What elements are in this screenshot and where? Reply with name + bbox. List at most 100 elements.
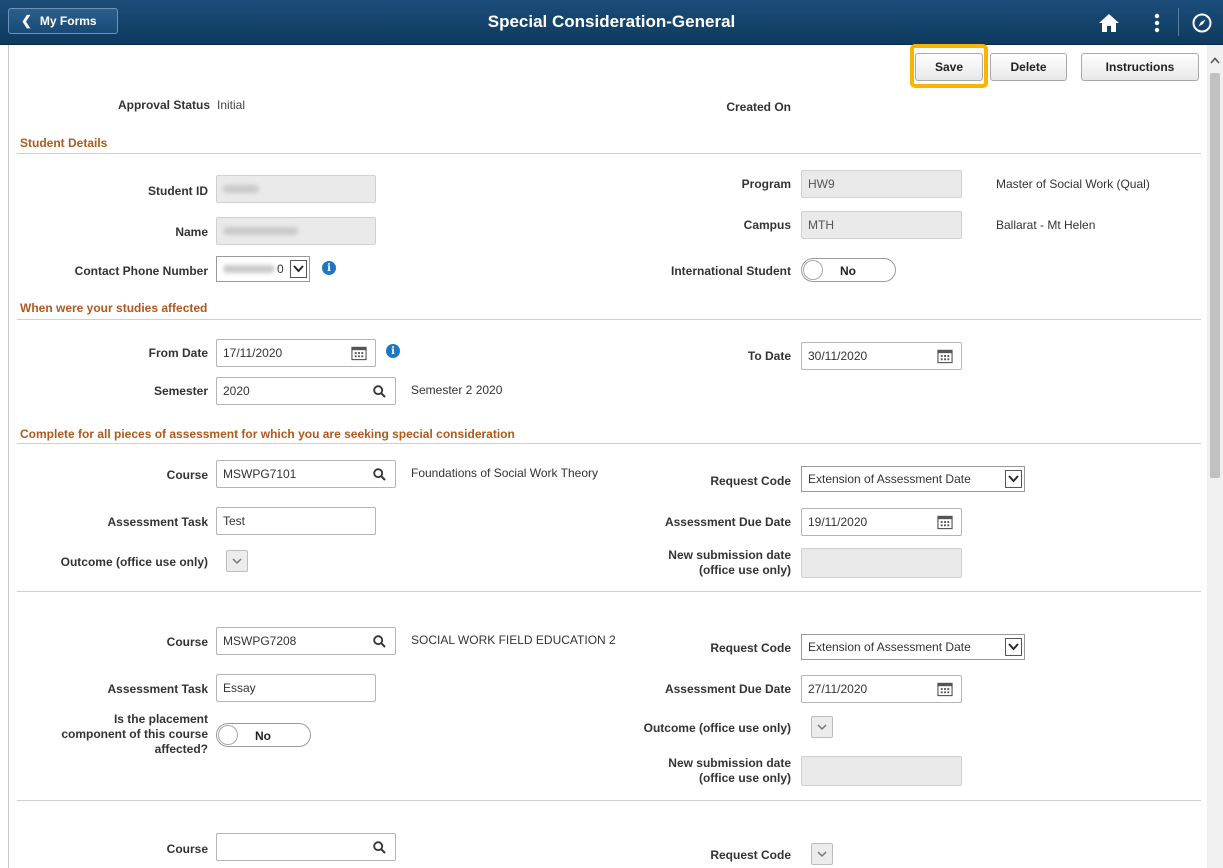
semester-label: Semester (153, 384, 208, 398)
toggle-knob (803, 260, 823, 280)
course-description: Foundations of Social Work Theory (411, 466, 598, 480)
calendar-icon[interactable] (937, 514, 953, 530)
from-date-value: 17/11/2020 (223, 346, 283, 360)
name-label: Name (175, 225, 208, 239)
assessment-due-date-field[interactable]: 19/11/2020 (801, 508, 962, 536)
assessment-task-field[interactable]: Essay (216, 674, 376, 702)
outcome-select (226, 550, 248, 572)
phone-info-icon[interactable]: i (322, 261, 336, 275)
search-icon[interactable] (371, 839, 387, 855)
new-submission-date-field (801, 548, 962, 578)
studies-affected-heading: When were your studies affected (20, 301, 208, 315)
back-button-label: My Forms (39, 14, 97, 28)
vertical-scrollbar[interactable] (1207, 45, 1223, 868)
campus-field: MTH (801, 211, 962, 239)
international-student-toggle[interactable]: No (801, 258, 896, 282)
to-date-field[interactable]: 30/11/2020 (801, 342, 962, 370)
course-field[interactable]: MSWPG7208 (216, 627, 396, 655)
navbar-compass-icon[interactable] (1188, 9, 1216, 37)
header-separator (1178, 8, 1179, 36)
assessment-due-date-field[interactable]: 27/11/2020 (801, 675, 962, 703)
request-code-label: Request Code (710, 848, 791, 862)
save-button[interactable]: Save (915, 53, 983, 81)
divider (17, 443, 1201, 444)
chevron-down-icon (232, 557, 242, 564)
placement-affected-toggle[interactable]: No (216, 723, 311, 747)
semester-field[interactable]: 2020 (216, 377, 396, 405)
outcome-select (811, 716, 833, 738)
program-field: HW9 (801, 170, 962, 198)
scrollbar-thumb[interactable] (1210, 73, 1220, 478)
chevron-down-icon (817, 723, 827, 730)
search-icon[interactable] (371, 633, 387, 649)
course-field[interactable] (216, 833, 396, 861)
calendar-icon[interactable] (937, 348, 953, 364)
phone-suffix: 0 (277, 262, 284, 276)
request-code-value: Extension of Assessment Date (808, 472, 971, 486)
due-date-value: 19/11/2020 (808, 515, 868, 529)
outcome-label: Outcome (office use only) (643, 721, 791, 735)
new-submission-date-label: New submission date (office use only) (668, 756, 791, 786)
program-label: Program (741, 177, 791, 191)
new-submission-label-line1: New submission date (668, 756, 791, 770)
divider (17, 319, 1201, 320)
student-id-label: Student ID (148, 184, 208, 198)
course-label: Course (166, 468, 208, 482)
search-icon[interactable] (371, 466, 387, 482)
more-options-icon[interactable] (1143, 9, 1171, 37)
course-field[interactable]: MSWPG7101 (216, 460, 396, 488)
course-label: Course (166, 842, 208, 856)
chevron-down-icon (1005, 470, 1022, 488)
new-submission-label-line2: (office use only) (698, 771, 791, 785)
created-on-label: Created On (726, 100, 791, 114)
from-date-field[interactable]: 17/11/2020 (216, 339, 376, 367)
course-value: MSWPG7208 (223, 634, 297, 648)
calendar-icon[interactable] (351, 345, 367, 361)
scroll-up-arrow-icon[interactable] (1207, 55, 1223, 69)
to-date-value: 30/11/2020 (808, 349, 868, 363)
request-code-value: Extension of Assessment Date (808, 640, 971, 654)
assessment-due-date-label: Assessment Due Date (664, 515, 791, 529)
due-date-value: 27/11/2020 (808, 682, 868, 696)
toggle-knob (218, 725, 238, 745)
assessment-due-date-label: Assessment Due Date (664, 682, 791, 696)
request-code-select[interactable] (811, 843, 833, 865)
request-code-label: Request Code (710, 641, 791, 655)
from-date-label: From Date (148, 346, 208, 360)
course-value: MSWPG7101 (223, 467, 297, 481)
assessment-task-label: Assessment Task (107, 515, 209, 529)
page-title: Special Consideration-General (487, 12, 736, 31)
form-content: Save Delete Instructions Approval Status… (8, 44, 1208, 868)
toggle-value: No (840, 264, 856, 278)
toggle-value: No (255, 729, 271, 743)
student-id-field (216, 175, 376, 203)
new-submission-date-field (801, 756, 962, 786)
home-icon[interactable] (1095, 9, 1123, 37)
new-submission-label-line2: (office use only) (698, 563, 791, 577)
request-code-label: Request Code (710, 474, 791, 488)
new-submission-label-line1: New submission date (668, 548, 791, 562)
request-code-select[interactable]: Extension of Assessment Date (801, 634, 1025, 660)
divider (17, 591, 1201, 592)
delete-button[interactable]: Delete (990, 53, 1067, 81)
contact-phone-select[interactable]: 0 (216, 256, 310, 282)
assessment-task-field[interactable]: Test (216, 507, 376, 535)
instructions-button[interactable]: Instructions (1081, 53, 1199, 81)
calendar-icon[interactable] (937, 681, 953, 697)
search-icon[interactable] (371, 383, 387, 399)
chevron-left-icon: ❮ (21, 13, 32, 28)
course-label: Course (166, 635, 208, 649)
approval-status-value: Initial (217, 98, 246, 112)
placement-label-line1: Is the placement (113, 712, 208, 726)
chevron-down-icon (1005, 638, 1022, 656)
international-student-label: International Student (671, 264, 791, 278)
my-forms-back-button[interactable]: ❮ My Forms (8, 8, 118, 34)
placement-label-line2: component of this course (61, 727, 208, 741)
request-code-select[interactable]: Extension of Assessment Date (801, 466, 1025, 492)
from-date-info-icon[interactable]: i (386, 344, 400, 358)
campus-description: Ballarat - Mt Helen (996, 218, 1096, 232)
divider (17, 800, 1201, 801)
semester-description: Semester 2 2020 (411, 383, 503, 397)
student-details-heading: Student Details (20, 136, 108, 150)
outcome-label: Outcome (office use only) (60, 555, 208, 569)
